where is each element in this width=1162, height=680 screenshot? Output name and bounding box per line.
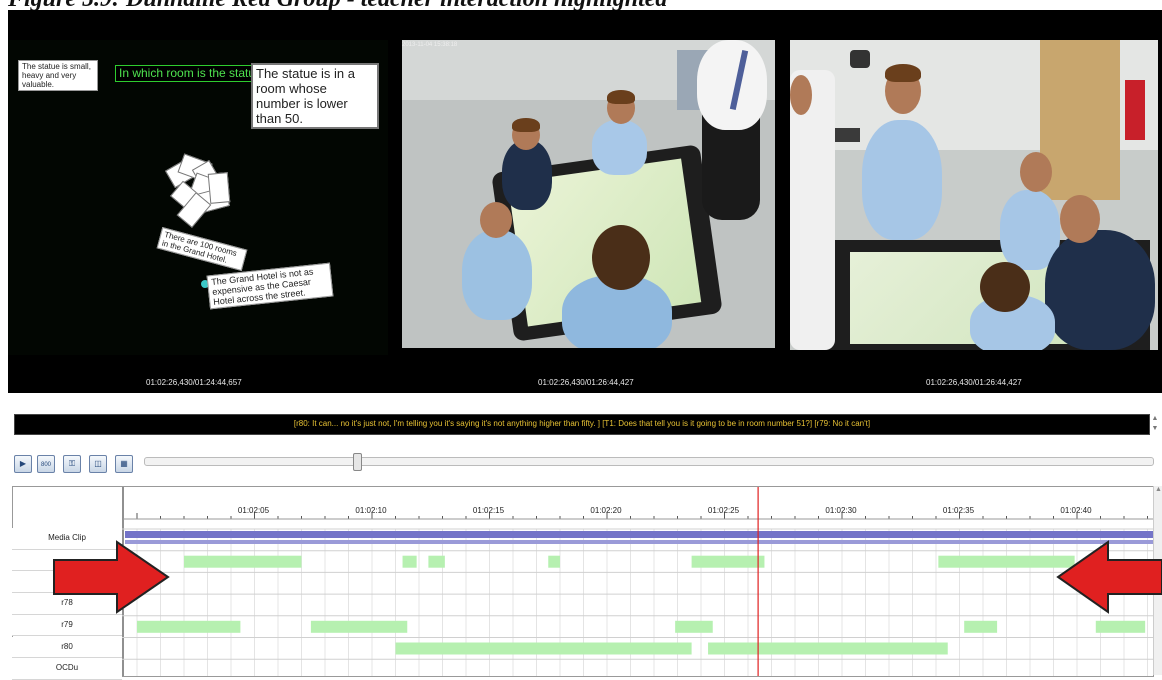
- speech-bubble-icon: ◫: [94, 459, 102, 468]
- export-icon: ▦: [120, 459, 128, 468]
- annotation-segment: [675, 620, 713, 633]
- annotation-segment: [938, 555, 1075, 568]
- annotation-segment: [137, 620, 241, 633]
- student-jumper: [502, 140, 552, 210]
- rooms-note: There are 100 rooms in the Grand Hotel.: [156, 226, 248, 272]
- arrow-right-icon: [53, 540, 170, 614]
- media-clip-bar: [125, 531, 1153, 538]
- play-icon: ▶: [19, 459, 27, 468]
- student-shirt: [862, 120, 942, 240]
- student-head: [480, 202, 512, 238]
- ruler-tick-label: 01:02:20: [590, 506, 622, 515]
- annotation-segment: [708, 642, 948, 655]
- media-clip-bar: [125, 540, 1153, 544]
- ruler-tick-label: 01:02:30: [825, 506, 857, 515]
- student-shirt: [592, 120, 647, 175]
- arrow-left-icon: [1056, 540, 1162, 614]
- play-selection-button[interactable]: ▶: [14, 455, 32, 473]
- tabletop-video: The statue is small, heavy and very valu…: [8, 40, 388, 355]
- playback-slider[interactable]: [144, 457, 1154, 466]
- clue-note: The statue is in a room whose number is …: [251, 63, 379, 129]
- lock-button[interactable]: ⚿: [63, 455, 81, 473]
- student-shirt: [462, 230, 532, 320]
- student-jumper: [1045, 230, 1155, 350]
- video-timestamp: 2013-11-04 15:38:18: [402, 42, 458, 48]
- card-pile-card: [207, 172, 231, 204]
- overhead-camera-video: [402, 40, 775, 348]
- annotation-segment: [402, 555, 417, 568]
- annotation-segment: [428, 555, 445, 568]
- hotel-note: The Grand Hotel is not as expensive as t…: [206, 262, 334, 310]
- student-hair: [592, 225, 650, 290]
- annotation-segment: [548, 555, 560, 568]
- side-camera-video: [790, 40, 1158, 350]
- export-button[interactable]: ▦: [115, 455, 133, 473]
- track-label[interactable]: r80: [12, 636, 122, 659]
- statue-small-note: The statue is small, heavy and very valu…: [18, 60, 98, 91]
- annotation-segment: [1095, 620, 1146, 633]
- annotation-segment: [310, 620, 408, 633]
- ruler-tick-label: 01:02:15: [472, 506, 505, 515]
- ruler-tick-label: 01:02:25: [707, 506, 740, 515]
- wall-camera: [850, 50, 870, 68]
- lock-icon: ⚿: [68, 459, 76, 468]
- ruler-tick-label: 01:02:35: [942, 506, 975, 515]
- teacher-head: [790, 75, 812, 115]
- zoom-button[interactable]: 800: [37, 455, 55, 473]
- transcript-scroll-arrows[interactable]: ▲ ▼: [1150, 414, 1160, 435]
- transcript-bar: [r80: It can... no it's just not, I'm te…: [14, 414, 1150, 435]
- annotation-segment: [184, 555, 302, 568]
- track-label[interactable]: OCDu: [12, 658, 122, 680]
- timeline-ruler: 01:02:05 01:02:10 01:02:15 01:02:20 01:02:25…: [12, 486, 1152, 526]
- annotation-segment: [691, 555, 765, 568]
- zoom-label: 800: [40, 462, 51, 468]
- arrow-left-annotation: [1056, 540, 1162, 614]
- student-hair: [607, 90, 635, 104]
- door-frame: [1040, 40, 1120, 200]
- ruler-tick-label: 01:02:10: [355, 506, 387, 515]
- comment-button[interactable]: ◫: [89, 455, 107, 473]
- student-head: [1020, 152, 1052, 192]
- annotation-segment: [964, 620, 998, 633]
- question-note: In which room is the statue: [115, 65, 261, 82]
- ruler-tick-label: 01:02:40: [1060, 506, 1092, 515]
- transcript-text: [r80: It can... no it's just not, I'm te…: [293, 419, 871, 428]
- student-hair: [512, 118, 540, 132]
- poster: [1125, 80, 1145, 140]
- playback-slider-knob[interactable]: [353, 453, 362, 471]
- middle-video-timecode: 01:02:26,430/01:26:44,427: [538, 378, 634, 387]
- right-video-timecode: 01:02:26,430/01:26:44,427: [926, 378, 1022, 387]
- student-head: [1060, 195, 1100, 243]
- left-video-timecode: 01:02:26,430/01:24:44,657: [146, 378, 242, 387]
- arrow-right-annotation: [53, 540, 170, 614]
- student-hair: [885, 64, 921, 82]
- track-label[interactable]: r79: [12, 614, 122, 637]
- ruler-tick-label: 01:02:05: [237, 506, 270, 515]
- annotation-segment: [395, 642, 692, 655]
- teacher-shirt: [697, 40, 767, 130]
- student-hair: [980, 262, 1030, 312]
- video-panel: The statue is small, heavy and very valu…: [8, 10, 1162, 393]
